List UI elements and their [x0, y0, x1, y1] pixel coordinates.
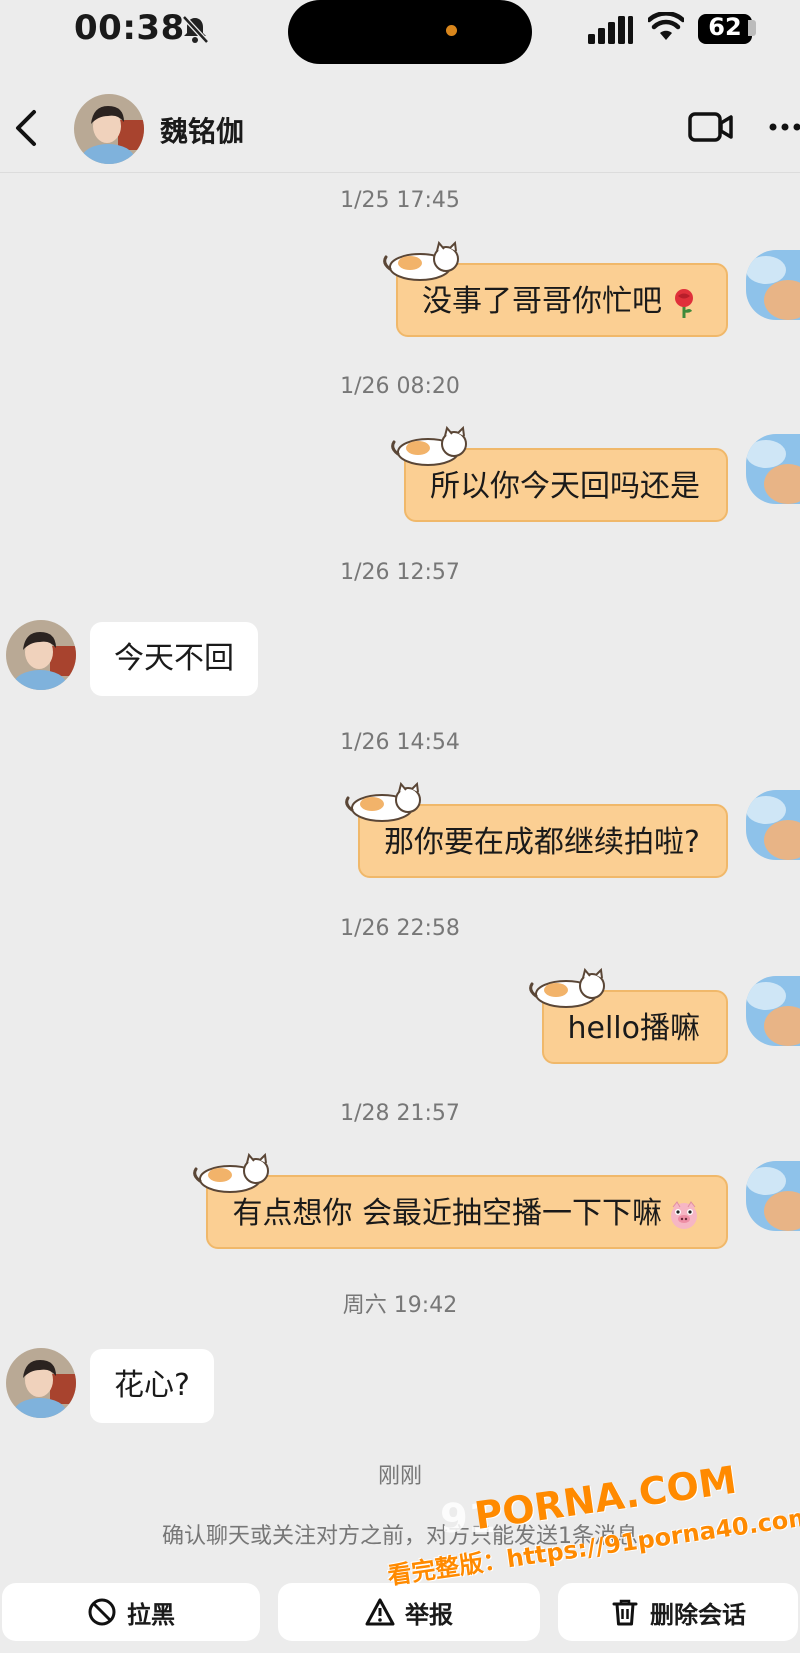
- my-avatar[interactable]: [746, 250, 800, 320]
- delete-conversation-button[interactable]: 删除会话: [558, 1583, 798, 1641]
- contact-name[interactable]: 魏铭伽: [160, 110, 244, 150]
- rose-emoji-icon: [675, 288, 693, 318]
- contact-avatar[interactable]: [74, 94, 144, 164]
- report-label: 举报: [405, 1600, 453, 1629]
- message-text: 有点想你 会最近抽空播一下下嘛: [232, 1196, 662, 1231]
- message-timestamp: 1/28 21:57: [340, 1101, 460, 1126]
- message-text: 没事了哥哥你忙吧: [422, 284, 662, 319]
- cat-sticker-icon: [383, 240, 459, 281]
- message-timestamp: 1/26 22:58: [340, 916, 460, 941]
- chat-header: 魏铭伽: [0, 80, 800, 173]
- wifi-icon: [648, 12, 684, 40]
- sent-message-bubble[interactable]: 那你要在成都继续拍啦?: [345, 781, 728, 878]
- my-avatar[interactable]: [746, 790, 800, 860]
- my-avatar[interactable]: [746, 1161, 800, 1231]
- pig-emoji-icon: [671, 1200, 697, 1229]
- cat-sticker-icon: [528, 967, 605, 1008]
- report-button[interactable]: 举报: [278, 1583, 540, 1641]
- sent-message-bubble[interactable]: hello播嘛: [528, 967, 728, 1064]
- my-avatar[interactable]: [746, 434, 800, 504]
- contact-avatar[interactable]: [6, 620, 76, 690]
- message-text: 花心?: [114, 1368, 190, 1403]
- cat-sticker-icon: [193, 1152, 270, 1193]
- message-text: 今天不回: [114, 641, 234, 676]
- block-icon: [88, 1598, 116, 1626]
- sent-message-bubble[interactable]: 所以你今天回吗还是: [391, 425, 728, 522]
- video-call-icon[interactable]: [688, 110, 734, 144]
- message-timestamp: 周六 19:42: [342, 1293, 458, 1318]
- trash-icon: [612, 1599, 638, 1626]
- sent-message-bubble[interactable]: 没事了哥哥你忙吧: [383, 240, 728, 337]
- bell-muted-icon: [182, 15, 209, 44]
- message-timestamp: 1/26 08:20: [340, 374, 460, 399]
- received-message-bubble[interactable]: 今天不回: [90, 622, 258, 696]
- status-time: 00:38: [74, 8, 185, 48]
- cat-sticker-icon: [391, 425, 467, 466]
- mic-indicator-icon: [446, 25, 457, 36]
- my-avatar[interactable]: [746, 976, 800, 1046]
- block-label: 拉黑: [127, 1600, 175, 1629]
- message-text: hello播嘛: [567, 1011, 701, 1046]
- message-timestamp: 1/25 17:45: [340, 188, 460, 213]
- received-message-bubble[interactable]: 花心?: [90, 1349, 214, 1423]
- back-arrow-icon[interactable]: [12, 108, 42, 148]
- block-button[interactable]: 拉黑: [2, 1583, 260, 1641]
- contact-avatar[interactable]: [6, 1348, 76, 1418]
- message-text: 所以你今天回吗还是: [430, 469, 700, 504]
- delete-conversation-label: 删除会话: [650, 1600, 746, 1629]
- dynamic-island: [288, 0, 532, 64]
- battery-level: 62: [708, 13, 742, 41]
- message-timestamp: 1/26 12:57: [340, 560, 460, 585]
- status-bar: 00:38 62: [0, 0, 800, 64]
- message-timestamp: 1/26 14:54: [340, 730, 460, 755]
- sent-message-bubble[interactable]: 有点想你 会最近抽空播一下下嘛: [193, 1152, 728, 1249]
- signal-icon: [588, 16, 633, 44]
- more-options-icon[interactable]: [768, 120, 800, 134]
- cat-sticker-icon: [345, 781, 422, 822]
- warning-icon: [365, 1598, 395, 1626]
- message-text: 那你要在成都继续拍啦?: [384, 825, 700, 860]
